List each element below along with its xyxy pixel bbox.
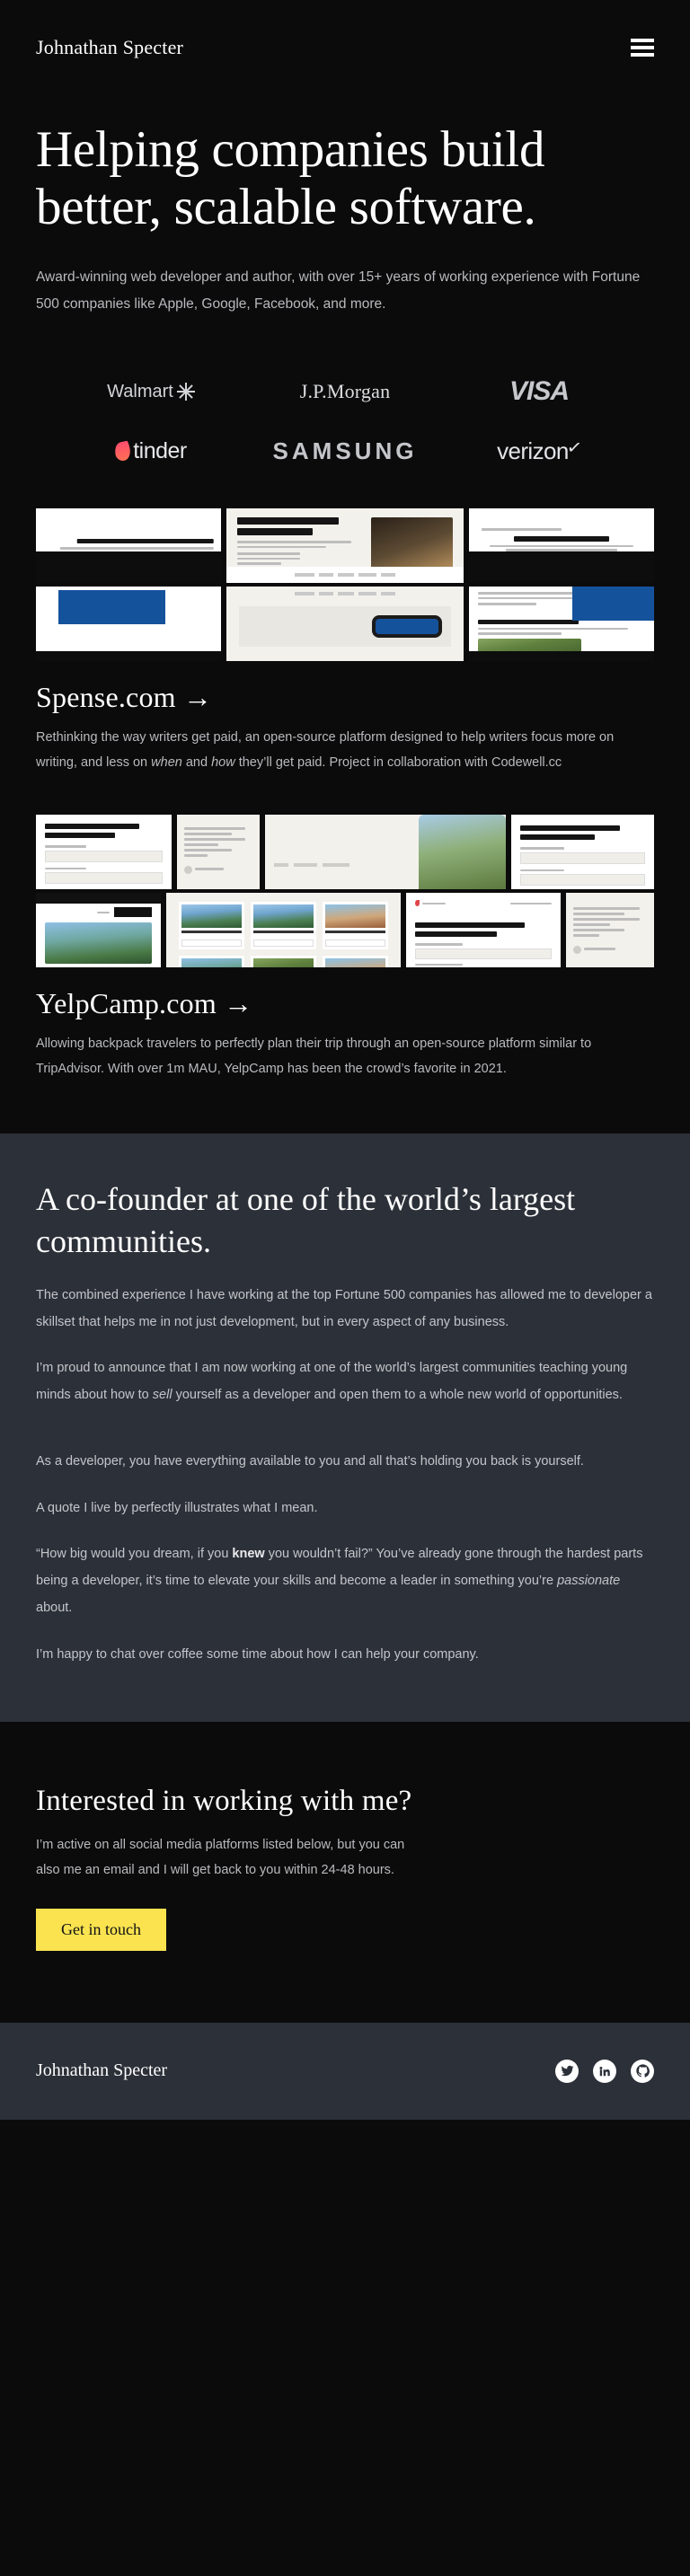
cta-text: I’m active on all social media platforms… [36, 1838, 405, 1878]
desc-part: they’ll get paid. Project in collaborati… [234, 754, 562, 770]
github-icon[interactable] [631, 2059, 654, 2083]
about-heading: A co-founder at one of the world’s large… [36, 1181, 576, 1260]
hamburger-bar [631, 38, 654, 42]
logo-visa: VISA [509, 372, 570, 411]
project-screenshot-spense[interactable] [36, 508, 654, 662]
hero-subtitle: Award-winning web developer and author, … [36, 269, 641, 313]
shot-pane [469, 587, 654, 662]
get-in-touch-button[interactable]: Get in touch [36, 1908, 166, 1951]
about-paragraph-4: A quote I live by perfectly illustrates … [36, 1500, 318, 1515]
site-footer: Johnathan Specter [0, 2022, 690, 2120]
shot-pane [165, 893, 402, 968]
logo-samsung: SAMSUNG [273, 431, 418, 471]
shot-pane [510, 815, 654, 890]
about-paragraph-5: “How big would you dream, if you knew yo… [36, 1541, 654, 1621]
shot-pane [226, 508, 464, 584]
project-yelpcamp: YelpCamp.com → Allowing backpack travele… [0, 775, 690, 1082]
about-section: A co-founder at one of the world’s large… [0, 1134, 690, 1723]
project-title-yelpcamp[interactable]: YelpCamp.com → [36, 987, 654, 1020]
desc-part: and [181, 754, 212, 770]
tinder-wordmark: tinder [133, 437, 187, 463]
logo-tinder: tinder [113, 431, 187, 471]
page-title: Helping companies build better, scalable… [36, 121, 545, 236]
hamburger-bar [631, 52, 654, 57]
hero-section: Helping companies build better, scalable… [0, 94, 690, 319]
cta-section: Interested in working with me? I’m activ… [0, 1722, 690, 2023]
shot-pane [469, 508, 654, 584]
shot-pane [226, 587, 464, 662]
shot-pane [36, 508, 221, 584]
about-paragraph-1: The combined experience I have working a… [36, 1288, 652, 1329]
linkedin-icon[interactable] [593, 2059, 616, 2083]
twitter-icon[interactable] [555, 2059, 579, 2083]
about-paragraph-6: I’m happy to chat over coffee some time … [36, 1646, 479, 1662]
project-title-spense[interactable]: Spense.com → [36, 681, 654, 714]
desc-emphasis: when [151, 754, 182, 770]
shot-pane [264, 815, 506, 890]
client-logo-grid: Walmart J.P.Morgan VISA tinder SAMSUNG v… [0, 318, 690, 495]
hamburger-menu-icon[interactable] [631, 38, 654, 57]
cta-heading: Interested in working with me? [36, 1785, 412, 1818]
about-paragraph-2: I’m proud to announce that I am now work… [36, 1355, 654, 1408]
tinder-flame-icon [113, 440, 133, 463]
para-strong: knew [232, 1547, 265, 1562]
walmart-wordmark: Walmart [107, 381, 173, 401]
brand-name[interactable]: Johnathan Specter [36, 36, 183, 59]
para-part: “How big would you dream, if you [36, 1547, 233, 1562]
site-header: Johnathan Specter [0, 0, 690, 94]
shot-pane [406, 893, 561, 968]
logo-jpmorgan: J.P.Morgan [300, 372, 391, 411]
project-description-spense: Rethinking the way writers get paid, an … [36, 726, 654, 775]
verizon-wordmark: verizon [497, 437, 569, 464]
shot-pane [36, 587, 221, 662]
para-emphasis: sell [152, 1388, 172, 1403]
project-screenshot-yelpcamp[interactable] [36, 815, 654, 968]
shot-pane [36, 893, 161, 968]
project-description-yelpcamp: Allowing backpack travelers to perfectly… [36, 1037, 592, 1076]
walmart-spark-icon [176, 383, 195, 401]
samsung-wordmark: SAMSUNG [272, 437, 418, 464]
hamburger-bar [631, 45, 654, 49]
about-paragraph-3: As a developer, you have everything avai… [36, 1453, 584, 1469]
jpmorgan-wordmark: J.P.Morgan [299, 380, 391, 403]
shot-pane [36, 815, 172, 890]
logo-verizon: verizon ✓ [497, 431, 583, 471]
spacer [0, 1081, 690, 1134]
para-emphasis: passionate [557, 1574, 621, 1589]
project-spense: Spense.com → Rethinking the way writers … [0, 494, 690, 776]
para-part: yourself as a developer and open them to… [172, 1388, 623, 1403]
logo-walmart: Walmart [107, 372, 195, 411]
para-part: about. [36, 1600, 73, 1615]
shot-pane [565, 893, 654, 968]
shot-pane [176, 815, 260, 890]
desc-emphasis: how [211, 754, 235, 770]
visa-wordmark: VISA [509, 376, 570, 407]
verizon-check-icon: ✓ [565, 437, 583, 459]
footer-brand[interactable]: Johnathan Specter [36, 2060, 167, 2081]
social-links [555, 2059, 654, 2083]
